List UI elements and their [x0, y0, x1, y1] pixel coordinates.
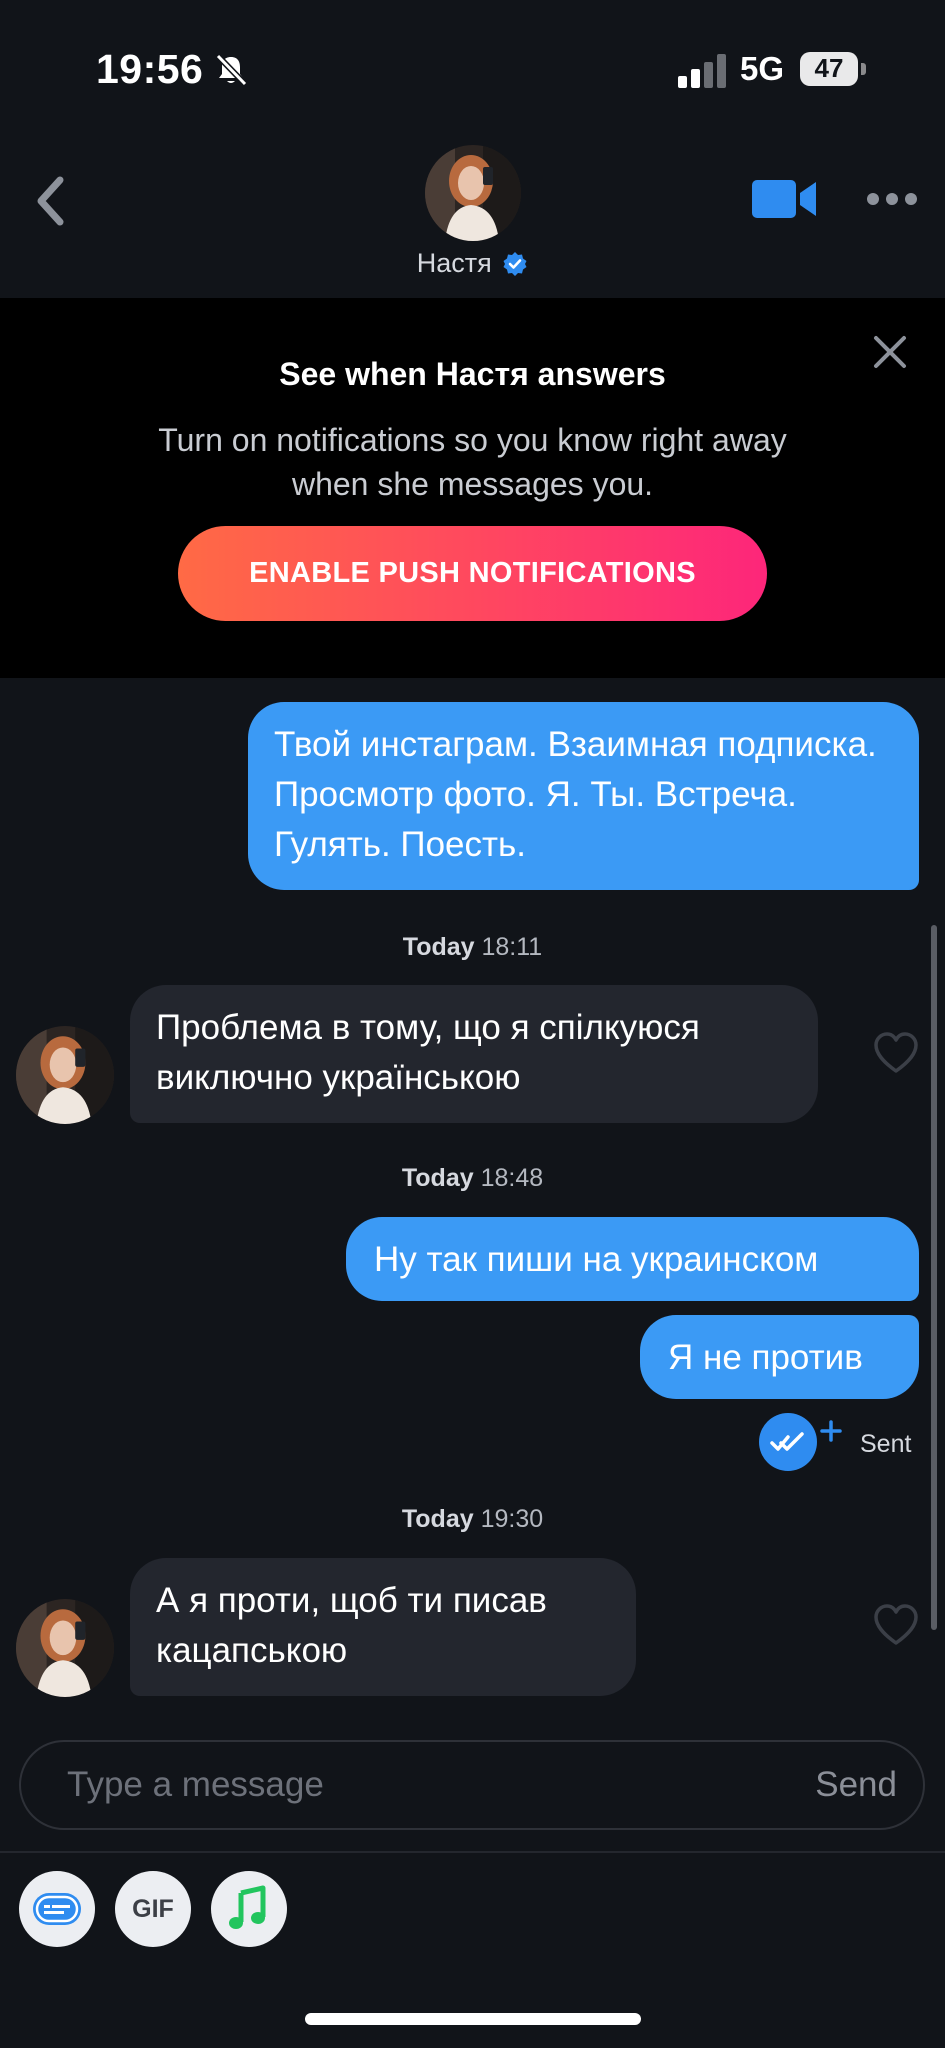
gif-label: GIF	[132, 1895, 174, 1923]
home-indicator[interactable]	[305, 2013, 641, 2025]
message-bubble-incoming[interactable]: Проблема в тому, що я спілкуюся виключно…	[130, 985, 818, 1123]
timestamp-time: 18:48	[480, 1164, 544, 1192]
divider	[0, 1851, 945, 1853]
status-time: 19:56	[96, 46, 204, 92]
message-input[interactable]: Type a message	[67, 1742, 324, 1828]
plus-icon	[820, 1420, 842, 1442]
video-camera-icon[interactable]	[750, 176, 820, 222]
verified-badge-icon	[503, 251, 527, 276]
timestamp-day: Today	[401, 1505, 474, 1533]
sticker-icon	[33, 1893, 81, 1925]
battery-level: 47	[814, 53, 844, 83]
banner-title: See when Настя answers	[279, 356, 666, 392]
profile-name-row[interactable]: Настя	[0, 248, 945, 279]
music-button[interactable]	[211, 1871, 287, 1947]
gif-button[interactable]: GIF	[115, 1871, 191, 1947]
profile-name[interactable]: Настя	[417, 248, 492, 278]
sent-status-label: Sent	[860, 1430, 912, 1458]
enable-push-notifications-button[interactable]: ENABLE PUSH NOTIFICATIONS	[178, 526, 767, 621]
chat-screen: 19:56 5G 47 Настя See when Настя answers…	[0, 0, 945, 2048]
message-bubble-outgoing[interactable]: Твой инстаграм. Взаимная подписка. Просм…	[248, 702, 919, 890]
message-composer[interactable]: Type a message Send	[19, 1740, 925, 1830]
timestamp-time: 19:30	[480, 1505, 544, 1533]
timestamp: Today 18:48	[0, 1164, 945, 1193]
message-bubble-outgoing[interactable]: Ну так пиши на украинском	[346, 1217, 919, 1301]
timestamp-day: Today	[401, 1164, 474, 1192]
read-receipt-icon	[759, 1413, 817, 1471]
timestamp: Today 19:30	[0, 1505, 945, 1534]
banner-text: Turn on notifications so you know right …	[158, 422, 787, 502]
signal-icon	[678, 54, 726, 88]
music-note-icon	[229, 1885, 266, 1929]
timestamp: Today 18:11	[0, 933, 945, 962]
message-bubble-incoming[interactable]: А я проти, щоб ти писав кацапською	[130, 1558, 636, 1696]
bell-slash-icon	[215, 53, 248, 87]
sender-avatar[interactable]	[16, 1599, 114, 1697]
back-chevron-icon[interactable]	[28, 168, 78, 234]
battery-icon: 47	[800, 52, 866, 86]
timestamp-day: Today	[402, 933, 475, 961]
timestamp-time: 18:11	[481, 933, 543, 961]
message-bubble-outgoing[interactable]: Я не против	[640, 1315, 919, 1399]
sender-avatar[interactable]	[16, 1026, 114, 1124]
sticker-button[interactable]	[19, 1871, 95, 1947]
scrollbar[interactable]	[931, 925, 937, 1630]
profile-avatar[interactable]	[425, 145, 521, 241]
heart-icon[interactable]	[872, 1031, 920, 1075]
heart-icon[interactable]	[872, 1603, 920, 1647]
more-dots-icon[interactable]	[866, 186, 918, 212]
send-button[interactable]: Send	[815, 1742, 897, 1828]
network-type: 5G	[740, 50, 785, 87]
